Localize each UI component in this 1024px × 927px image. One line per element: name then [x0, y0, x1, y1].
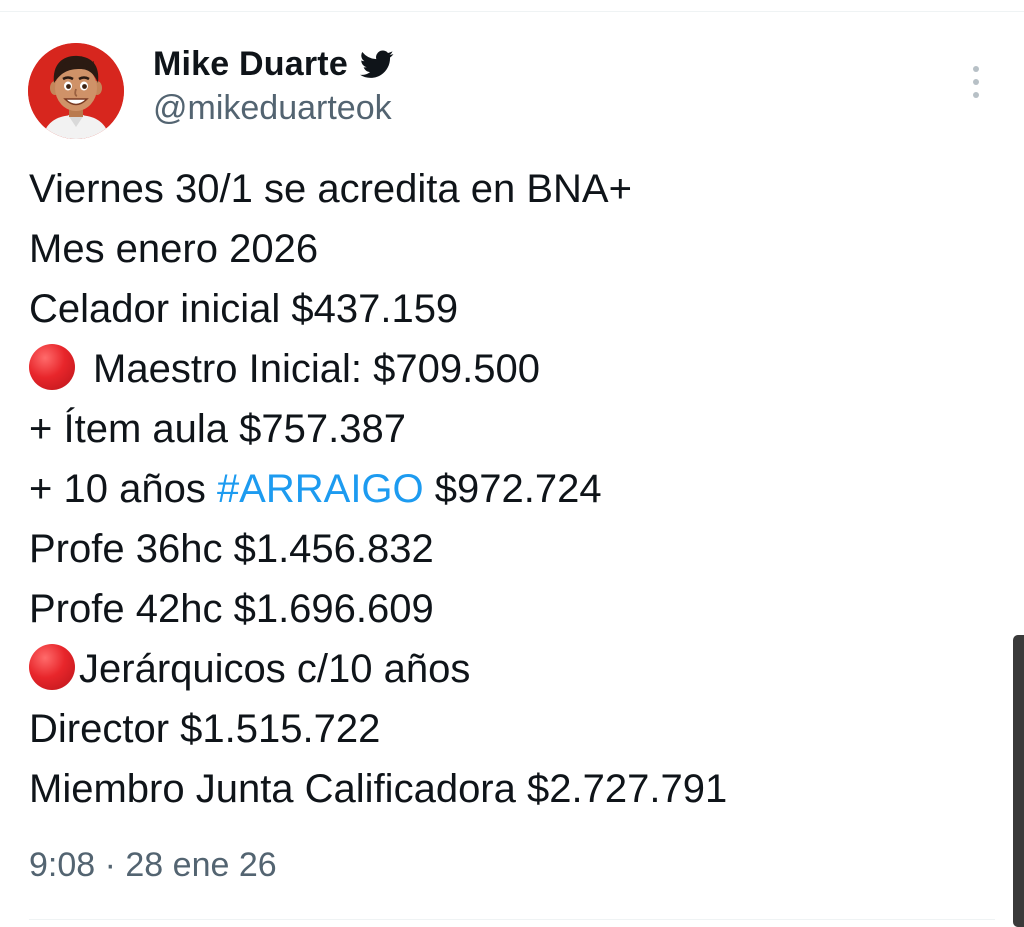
tweet-line-text: Celador inicial $437.159 — [29, 287, 459, 331]
tweet-line-text: $972.724 — [423, 467, 602, 511]
bottom-divider — [29, 919, 995, 920]
tweet-line-text: Viernes 30/1 se acredita en BNA+ — [29, 167, 632, 211]
red-circle-icon — [29, 344, 75, 390]
tweet-line-text: Miembro Junta Calificadora $2.727.791 — [29, 767, 728, 811]
author-name-row[interactable]: Mike Duarte — [153, 44, 394, 84]
tweet-line: + 10 años #ARRAIGO $972.724 — [29, 459, 989, 519]
tweet-text: Viernes 30/1 se acredita en BNA+ Mes ene… — [29, 159, 989, 819]
tweet-timestamp[interactable]: 9:08 · 28 ene 26 — [29, 846, 277, 885]
hashtag-link[interactable]: #ARRAIGO — [217, 467, 424, 511]
author-handle[interactable]: @mikeduarteok — [153, 89, 392, 128]
tweet-line-text: Director $1.515.722 — [29, 707, 381, 751]
tweet-line-text: Jerárquicos c/10 años — [79, 647, 471, 691]
tweet-line: + Ítem aula $757.387 — [29, 399, 989, 459]
tweet-line: Mes enero 2026 — [29, 219, 989, 279]
vertical-dots-icon — [973, 66, 979, 72]
tweet-line: Maestro Inicial: $709.500 — [29, 339, 989, 399]
avatar[interactable] — [28, 43, 124, 139]
tweet-detail-page: Mike Duarte @mikeduarteok Viernes 30/1 s… — [0, 0, 1024, 927]
tweet-line-text: Maestro Inicial: $709.500 — [93, 347, 540, 391]
tweet-line-text: Mes enero 2026 — [29, 227, 319, 271]
tweet-line-text: + 10 años — [29, 467, 217, 511]
tweet-line: Viernes 30/1 se acredita en BNA+ — [29, 159, 989, 219]
tweet-line: Miembro Junta Calificadora $2.727.791 — [29, 759, 989, 819]
tweet-line: Director $1.515.722 — [29, 699, 989, 759]
tweet-line-text: + Ítem aula $757.387 — [29, 407, 406, 451]
more-options-button[interactable] — [962, 62, 990, 102]
author-name[interactable]: Mike Duarte — [153, 45, 348, 84]
tweet-line-text: Profe 36hc $1.456.832 — [29, 527, 434, 571]
vertical-dots-icon-dot — [973, 92, 979, 98]
tweet-line: Celador inicial $437.159 — [29, 279, 989, 339]
tweet-line: Jerárquicos c/10 años — [29, 639, 989, 699]
top-divider — [0, 11, 1024, 12]
vertical-dots-icon-dot — [973, 79, 979, 85]
tweet-line-text: Profe 42hc $1.696.609 — [29, 587, 434, 631]
scrollbar-thumb[interactable] — [1013, 635, 1024, 927]
red-circle-icon — [29, 644, 75, 690]
tweet-line: Profe 42hc $1.696.609 — [29, 579, 989, 639]
tweet-line: Profe 36hc $1.456.832 — [29, 519, 989, 579]
twitter-bird-icon — [359, 47, 394, 81]
